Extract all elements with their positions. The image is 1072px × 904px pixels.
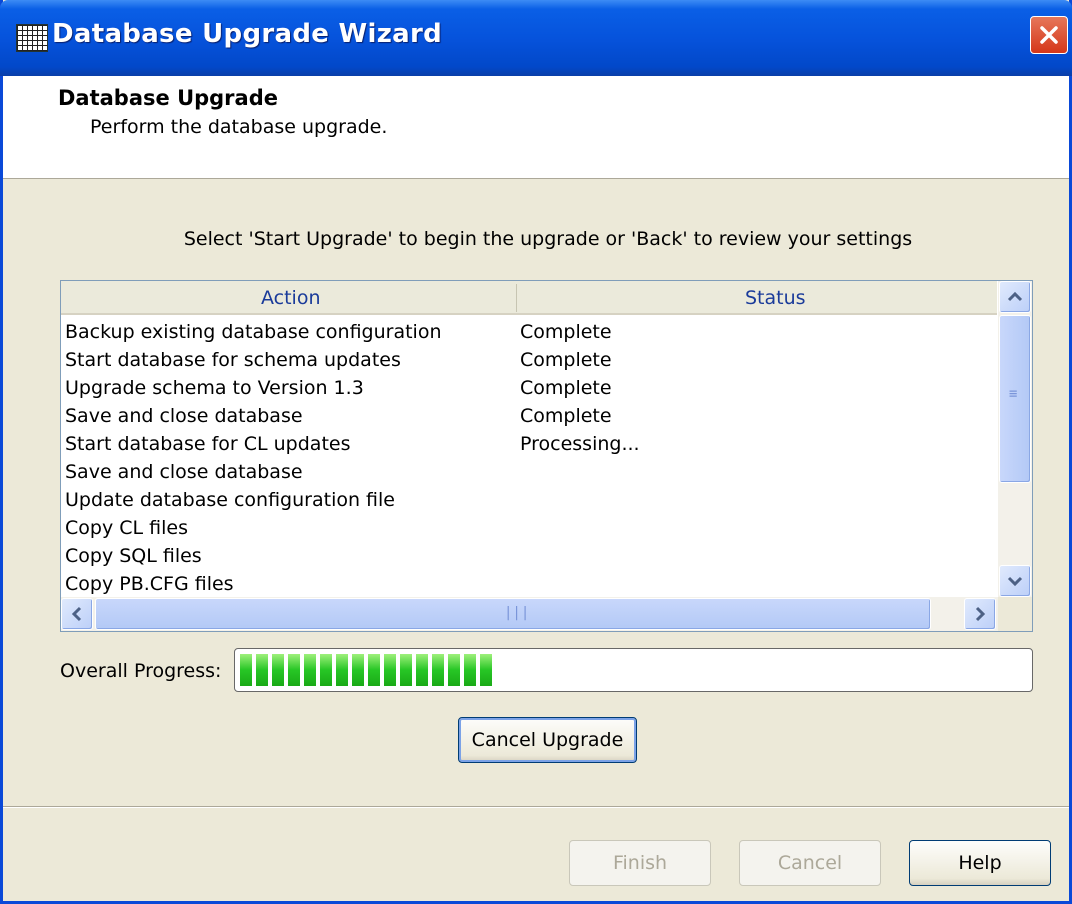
wizard-window: Database Upgrade Wizard Database Upgrade…: [0, 0, 1072, 904]
list-item[interactable]: Start database for CL updates Processing.…: [65, 431, 995, 459]
list-item[interactable]: Upgrade schema to Version 1.3 Complete: [65, 375, 995, 403]
wizard-header: Database Upgrade Perform the database up…: [3, 76, 1069, 179]
progress-segment: [256, 654, 268, 686]
status-cell: Complete: [520, 377, 612, 399]
chevron-down-icon: [1007, 576, 1023, 587]
list-item[interactable]: Copy CL files: [65, 515, 995, 543]
title-bar[interactable]: Database Upgrade Wizard: [0, 0, 1072, 76]
progress-segment: [464, 654, 476, 686]
status-cell: Processing...: [520, 433, 640, 455]
horizontal-scroll-thumb[interactable]: |||: [95, 598, 931, 630]
list-header: Action Status: [61, 281, 997, 315]
window-title: Database Upgrade Wizard: [52, 19, 443, 49]
action-cell: Update database configuration file: [65, 489, 395, 511]
progress-segment: [288, 654, 300, 686]
vertical-scroll-thumb[interactable]: ≡: [999, 315, 1031, 483]
list-item[interactable]: Update database configuration file: [65, 487, 995, 515]
action-cell: Upgrade schema to Version 1.3: [65, 377, 364, 399]
action-cell: Save and close database: [65, 461, 303, 483]
progress-segment: [384, 654, 396, 686]
chevron-right-icon: [975, 606, 986, 622]
status-cell: Complete: [520, 321, 612, 343]
vertical-scrollbar[interactable]: ≡: [998, 281, 1032, 597]
action-list[interactable]: Action Status Backup existing database c…: [60, 280, 1033, 632]
finish-button[interactable]: Finish: [569, 840, 711, 886]
list-item[interactable]: Save and close database: [65, 459, 995, 487]
page-title: Database Upgrade: [58, 86, 278, 110]
progress-segment: [336, 654, 348, 686]
app-icon: [16, 24, 48, 52]
column-header-action[interactable]: Action: [261, 287, 321, 309]
action-cell: Copy SQL files: [65, 545, 202, 567]
list-rows: Backup existing database configuration Co…: [65, 319, 995, 599]
scrollbar-corner: [998, 597, 1032, 631]
close-icon: [1040, 26, 1058, 44]
progress-segment: [448, 654, 460, 686]
help-button[interactable]: Help: [909, 840, 1051, 886]
list-item[interactable]: Backup existing database configuration Co…: [65, 319, 995, 347]
scroll-right-button[interactable]: [964, 598, 996, 630]
action-cell: Start database for schema updates: [65, 349, 401, 371]
horizontal-scrollbar[interactable]: |||: [61, 597, 1032, 631]
column-header-status[interactable]: Status: [745, 287, 806, 309]
progress-segment: [480, 654, 492, 686]
cancel-upgrade-button[interactable]: Cancel Upgrade: [458, 717, 637, 763]
progress-segment: [304, 654, 316, 686]
action-cell: Start database for CL updates: [65, 433, 351, 455]
scroll-down-button[interactable]: [999, 565, 1031, 597]
action-cell: Copy PB.CFG files: [65, 573, 234, 595]
list-item[interactable]: Start database for schema updates Complet…: [65, 347, 995, 375]
progress-segment: [432, 654, 444, 686]
column-separator[interactable]: [516, 284, 517, 312]
cancel-button[interactable]: Cancel: [739, 840, 881, 886]
chevron-left-icon: [71, 606, 82, 622]
progress-segment: [400, 654, 412, 686]
action-cell: Save and close database: [65, 405, 303, 427]
instruction-text: Select 'Start Upgrade' to begin the upgr…: [183, 228, 913, 250]
page-subtitle: Perform the database upgrade.: [90, 116, 388, 138]
progress-segment: [368, 654, 380, 686]
list-item[interactable]: Save and close database Complete: [65, 403, 995, 431]
list-item[interactable]: Copy SQL files: [65, 543, 995, 571]
scroll-left-button[interactable]: [61, 598, 93, 630]
progress-segment: [352, 654, 364, 686]
footer-divider: [3, 806, 1069, 808]
action-cell: Backup existing database configuration: [65, 321, 442, 343]
progress-segment: [240, 654, 252, 686]
grip-icon: ≡: [1009, 386, 1018, 402]
status-cell: Complete: [520, 405, 612, 427]
progress-segment: [320, 654, 332, 686]
progress-segment: [416, 654, 428, 686]
progress-segment: [272, 654, 284, 686]
grip-icon: |||: [504, 605, 530, 621]
chevron-up-icon: [1007, 291, 1023, 302]
list-item[interactable]: Copy PB.CFG files: [65, 571, 995, 599]
progress-fill: [240, 654, 499, 686]
scroll-up-button[interactable]: [999, 281, 1031, 313]
status-cell: Complete: [520, 349, 612, 371]
progress-label: Overall Progress:: [60, 660, 222, 682]
close-button[interactable]: [1030, 16, 1068, 54]
action-cell: Copy CL files: [65, 517, 188, 539]
overall-progress-bar: [234, 648, 1033, 692]
